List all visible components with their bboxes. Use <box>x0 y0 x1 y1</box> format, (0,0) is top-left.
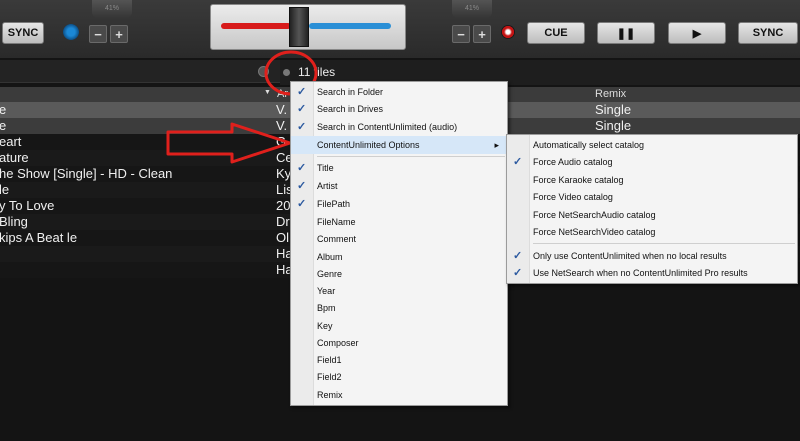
menu-item-5[interactable]: ✓ Artist <box>291 177 507 195</box>
menu-separator <box>533 243 795 244</box>
menu-item-label: Force Karaoke catalog <box>533 175 624 185</box>
checkmark-icon: ✓ <box>297 162 307 174</box>
menu-item-label: Artist <box>317 181 338 191</box>
menu-item-16[interactable]: Field2 <box>291 368 507 386</box>
menu-separator <box>317 156 505 157</box>
menu-item-label: Composer <box>317 338 359 348</box>
checkmark-icon: ✓ <box>297 180 307 192</box>
menu-item-15[interactable]: Field1 <box>291 351 507 369</box>
menu-item-12[interactable]: Bpm <box>291 299 507 317</box>
menu-item-label: Search in ContentUnlimited (audio) <box>317 122 458 132</box>
menu-item-0[interactable]: ✓ Search in Folder <box>291 83 507 101</box>
checkmark-icon: ✓ <box>297 86 307 98</box>
menu-item-label: Force Video catalog <box>533 192 613 202</box>
menu-item-label: Force Audio catalog <box>533 157 613 167</box>
submenu-item-5[interactable]: Force NetSearchVideo catalog <box>507 223 797 241</box>
submenu-item-4[interactable]: Force NetSearchAudio catalog <box>507 206 797 224</box>
menu-item-label: FileName <box>317 217 356 227</box>
menu-item-4[interactable]: ✓ Title <box>291 159 507 177</box>
menu-item-3[interactable]: ContentUnlimited Options ▸ <box>291 136 507 154</box>
menu-item-label: Force NetSearchVideo catalog <box>533 227 656 237</box>
menu-item-label: Key <box>317 321 333 331</box>
checkmark-icon: ✓ <box>513 250 523 262</box>
submenu-item-1[interactable]: ✓ Force Audio catalog <box>507 153 797 171</box>
menu-item-9[interactable]: Album <box>291 248 507 266</box>
search-options-menu: ✓ Search in Folder ✓ Search in Drives ✓ Searc… <box>290 81 508 406</box>
menu-item-6[interactable]: ✓ FilePath <box>291 195 507 213</box>
menu-item-7[interactable]: FileName <box>291 213 507 231</box>
submenu-item-3[interactable]: Force Video catalog <box>507 188 797 206</box>
menu-item-label: Year <box>317 286 336 296</box>
contentunlimited-options-submenu: Automatically select catalog ✓ Force Audio… <box>506 134 798 284</box>
checkmark-icon: ✓ <box>513 156 523 168</box>
menu-item-label: Use NetSearch when no ContentUnlimited P… <box>533 268 748 278</box>
menu-item-label: Comment <box>317 234 357 244</box>
menu-item-1[interactable]: ✓ Search in Drives <box>291 100 507 118</box>
submenu-item-7[interactable]: ✓ Use NetSearch when no ContentUnlimited … <box>507 264 797 282</box>
menu-item-label: ContentUnlimited Options <box>317 140 420 150</box>
menu-item-label: Title <box>317 163 334 173</box>
menu-item-10[interactable]: Genre <box>291 265 507 283</box>
checkmark-icon: ✓ <box>513 267 523 279</box>
menu-item-13[interactable]: Key <box>291 317 507 335</box>
annotation-arrow <box>166 122 292 164</box>
menu-item-17[interactable]: Remix <box>291 386 507 404</box>
submenu-item-2[interactable]: Force Karaoke catalog <box>507 171 797 189</box>
checkmark-icon: ✓ <box>297 103 307 115</box>
menu-item-label: Genre <box>317 269 343 279</box>
submenu-item-6[interactable]: ✓ Only use ContentUnlimited when no local… <box>507 247 797 265</box>
menu-item-label: Bpm <box>317 303 336 313</box>
menu-item-label: Only use ContentUnlimited when no local … <box>533 251 727 261</box>
checkmark-icon: ✓ <box>297 121 307 133</box>
menu-item-14[interactable]: Composer <box>291 334 507 352</box>
menu-item-2[interactable]: ✓ Search in ContentUnlimited (audio) <box>291 118 507 136</box>
submenu-item-0[interactable]: Automatically select catalog <box>507 136 797 154</box>
menu-item-8[interactable]: Comment <box>291 230 507 248</box>
menu-item-11[interactable]: Year <box>291 282 507 300</box>
submenu-arrow-icon: ▸ <box>494 140 499 150</box>
menu-item-label: Remix <box>317 390 343 400</box>
menu-item-label: Field1 <box>317 355 342 365</box>
menu-item-label: FilePath <box>317 199 351 209</box>
menu-item-label: Automatically select catalog <box>533 140 645 150</box>
menu-item-label: Force NetSearchAudio catalog <box>533 210 656 220</box>
checkmark-icon: ✓ <box>297 198 307 210</box>
menu-item-label: Search in Drives <box>317 104 384 114</box>
menu-item-label: Field2 <box>317 372 342 382</box>
menu-item-label: Album <box>317 252 343 262</box>
menu-item-label: Search in Folder <box>317 87 384 97</box>
